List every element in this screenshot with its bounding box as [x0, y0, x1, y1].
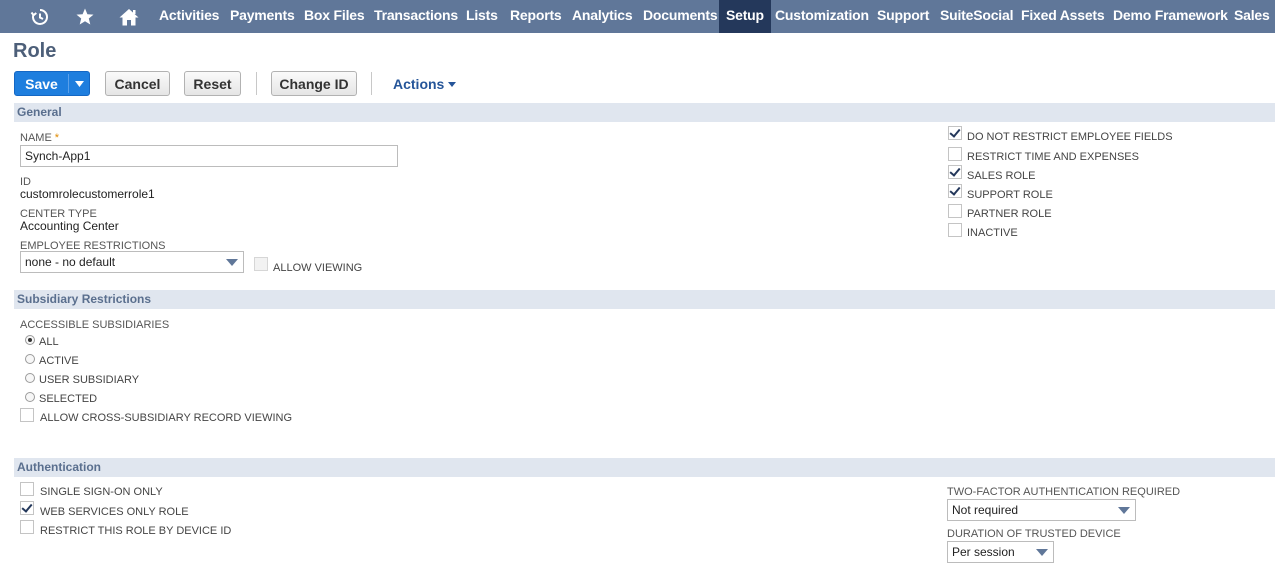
subsidiary-user-subsidiary-label: USER SUBSIDIARY [39, 374, 140, 386]
star-icon[interactable] [74, 0, 96, 33]
two-factor-label: TWO-FACTOR AUTHENTICATION REQUIRED [947, 486, 1181, 498]
dropdown-caret-icon [226, 259, 238, 266]
nav-item-reports[interactable]: Reports [510, 0, 562, 33]
allow-viewing-label: ALLOW VIEWING [273, 262, 363, 274]
inactive-label: INACTIVE [967, 227, 1018, 239]
save-button-label[interactable]: Save [15, 72, 68, 95]
support-role-label: SUPPORT ROLE [967, 189, 1053, 201]
nav-item-activities[interactable]: Activities [159, 0, 219, 33]
subsidiary-selected-label: SELECTED [39, 393, 98, 405]
sales-role-label: SALES ROLE [967, 170, 1036, 182]
employee-restrictions-value[interactable]: none - no default [25, 255, 115, 269]
allow-cross-subsidiary-viewing-label: ALLOW CROSS-SUBSIDIARY RECORD VIEWING [40, 412, 293, 424]
partner-role-checkbox[interactable] [948, 204, 962, 218]
actions-label[interactable]: Actions [393, 76, 444, 92]
web-services-only-role-checkbox[interactable] [20, 501, 34, 515]
restrict-time-and-expenses-label: RESTRICT TIME AND EXPENSES [967, 151, 1139, 163]
nav-item-payments[interactable]: Payments [230, 0, 295, 33]
reset-button[interactable]: Reset [184, 71, 241, 96]
nav-item-demo-framework[interactable]: Demo Framework [1113, 0, 1228, 33]
actions-menu[interactable]: Actions [393, 76, 457, 92]
allow-cross-subsidiary-viewing-checkbox[interactable] [20, 408, 34, 422]
id-value: customrolecustomerrole1 [20, 187, 155, 201]
name-label-text: NAME [20, 132, 52, 144]
nav-item-setup[interactable]: Setup [719, 0, 771, 33]
duration-trusted-device-label: DURATION OF TRUSTED DEVICE [947, 528, 1121, 540]
duration-trusted-device-value[interactable]: Per session [952, 545, 1015, 559]
employee-restrictions-select[interactable]: none - no default [20, 251, 244, 273]
sales-role-checkbox[interactable] [948, 165, 962, 179]
restrict-role-by-device-id-label: RESTRICT THIS ROLE BY DEVICE ID [40, 525, 232, 537]
recent-history-icon[interactable] [29, 0, 51, 33]
accessible-subsidiaries-label: ACCESSIBLE SUBSIDIARIES [20, 319, 170, 331]
save-dropdown-icon[interactable] [69, 72, 90, 95]
nav-item-support[interactable]: Support [877, 0, 929, 33]
two-factor-select[interactable]: Not required [947, 499, 1136, 521]
nav-item-documents[interactable]: Documents [643, 0, 718, 33]
restrict-role-by-device-id-checkbox[interactable] [20, 520, 34, 534]
chevron-down-icon [448, 81, 457, 87]
do-not-restrict-employee-fields-checkbox[interactable] [948, 126, 962, 140]
subsidiary-active-label: ACTIVE [39, 355, 79, 367]
required-mark: * [54, 132, 60, 144]
center-type-value: Accounting Center [20, 219, 119, 233]
nav-item-lists[interactable]: Lists [466, 0, 498, 33]
partner-role-label: PARTNER ROLE [967, 208, 1052, 220]
name-field-label: NAME * [20, 132, 59, 144]
single-sign-on-only-label: SINGLE SIGN-ON ONLY [40, 486, 163, 498]
section-subsidiary-restrictions[interactable]: Subsidiary Restrictions [14, 290, 1275, 309]
support-role-checkbox[interactable] [948, 184, 962, 198]
nav-item-suitesocial[interactable]: SuiteSocial [940, 0, 1013, 33]
nav-item-fixed-assets[interactable]: Fixed Assets [1021, 0, 1105, 33]
toolbar-divider [256, 72, 257, 95]
two-factor-value[interactable]: Not required [952, 503, 1018, 517]
save-button[interactable]: Save [14, 71, 90, 96]
nav-item-sales[interactable]: Sales [1234, 0, 1270, 33]
nav-item-box-files[interactable]: Box Files [304, 0, 365, 33]
page-title: Role [13, 40, 57, 62]
subsidiary-all-radio[interactable] [25, 335, 35, 345]
change-id-button[interactable]: Change ID [271, 71, 357, 96]
subsidiary-selected-radio[interactable] [25, 392, 35, 402]
section-general[interactable]: General [14, 103, 1275, 122]
cancel-button[interactable]: Cancel [105, 71, 170, 96]
name-input[interactable]: Synch-App1 [20, 145, 398, 167]
nav-item-customization[interactable]: Customization [775, 0, 869, 33]
inactive-checkbox[interactable] [948, 223, 962, 237]
single-sign-on-only-checkbox[interactable] [20, 482, 34, 496]
toolbar-divider [371, 72, 372, 95]
home-icon[interactable] [117, 0, 141, 33]
duration-trusted-device-select[interactable]: Per session [947, 541, 1054, 563]
nav-item-analytics[interactable]: Analytics [572, 0, 633, 33]
restrict-time-and-expenses-checkbox[interactable] [948, 147, 962, 161]
subsidiary-user-subsidiary-radio[interactable] [25, 373, 35, 383]
dropdown-caret-icon [1036, 549, 1048, 556]
allow-viewing-checkbox[interactable] [254, 257, 268, 271]
subsidiary-active-radio[interactable] [25, 354, 35, 364]
nav-item-transactions[interactable]: Transactions [374, 0, 458, 33]
web-services-only-role-label: WEB SERVICES ONLY ROLE [40, 506, 189, 518]
section-authentication[interactable]: Authentication [14, 458, 1275, 477]
top-nav: Activities Payments Box Files Transactio… [0, 0, 1275, 33]
dropdown-caret-icon [1118, 507, 1130, 514]
do-not-restrict-employee-fields-label: DO NOT RESTRICT EMPLOYEE FIELDS [967, 131, 1173, 143]
subsidiary-all-label: ALL [39, 336, 59, 348]
